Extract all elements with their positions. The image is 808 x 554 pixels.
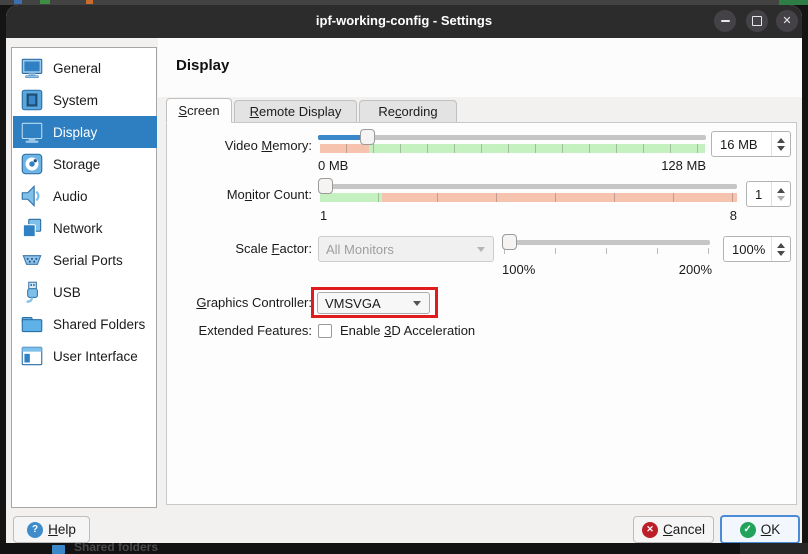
scale-factor-monitor-combo: All Monitors: [318, 236, 494, 262]
sidebar-item-label: User Interface: [53, 349, 138, 364]
spin-up-icon[interactable]: [777, 188, 785, 193]
ok-button[interactable]: ✓ OK: [720, 515, 800, 544]
page-header: [158, 38, 802, 97]
sidebar-item-shared-folders[interactable]: Shared Folders: [13, 308, 157, 340]
sidebar-item-general[interactable]: General: [13, 52, 157, 84]
video-memory-spinbox[interactable]: 16 MB: [711, 131, 791, 157]
audio-icon: [19, 183, 45, 209]
scale-factor-slider[interactable]: [502, 240, 710, 245]
video-memory-max: 128 MB: [606, 158, 706, 173]
monitor-count-label: Monitor Count:: [166, 187, 312, 202]
monitor-count-max: 8: [637, 208, 737, 223]
background-window-text: Shared folders: [74, 543, 158, 554]
scale-factor-min: 100%: [502, 262, 535, 277]
background-window-bottom-edge: Shared folders: [0, 543, 808, 554]
monitor-count-slider[interactable]: [318, 184, 737, 189]
sidebar-item-usb[interactable]: USB: [13, 276, 157, 308]
monitor-count-spinbox[interactable]: 1: [746, 181, 791, 207]
background-speck: [14, 0, 22, 4]
sidebar-item-label: Display: [53, 125, 97, 140]
extended-features-label: Extended Features:: [166, 323, 312, 338]
spin-down-icon[interactable]: [777, 196, 785, 201]
maximize-button[interactable]: [746, 10, 768, 32]
monitor-count-slider-handle[interactable]: [318, 178, 333, 194]
background-speck: [86, 0, 93, 4]
sidebar-item-system[interactable]: System: [13, 84, 157, 116]
background-fragment: [740, 543, 808, 554]
sidebar-item-network[interactable]: Network: [13, 212, 157, 244]
user-interface-icon: [19, 343, 45, 369]
cancel-button[interactable]: ✕ Cancel: [633, 516, 714, 543]
scale-factor-max: 200%: [612, 262, 712, 277]
sidebar-item-label: Storage: [53, 157, 100, 172]
usb-icon: [19, 279, 45, 305]
page-title: Display: [176, 57, 229, 74]
minimize-icon: [721, 20, 730, 22]
screen-tab-panel: [166, 122, 797, 505]
folder-icon: [52, 545, 65, 554]
tab-remote-display[interactable]: Remote Display: [234, 100, 357, 123]
annotation-highlight-box: [311, 287, 438, 318]
spin-down-icon[interactable]: [777, 251, 785, 256]
close-icon: ✕: [782, 16, 791, 27]
close-button[interactable]: ✕: [776, 10, 798, 32]
video-memory-value[interactable]: 16 MB: [712, 137, 771, 152]
scale-factor-value[interactable]: 100%: [724, 242, 771, 257]
storage-icon: [19, 151, 45, 177]
settings-category-list: General System Display Storage Audio Net…: [11, 47, 157, 508]
monitor-count-tick-band: [320, 193, 737, 202]
spin-up-icon[interactable]: [777, 243, 785, 248]
help-icon: ?: [27, 522, 43, 538]
sidebar-item-display[interactable]: Display: [13, 116, 157, 148]
cancel-icon: ✕: [642, 522, 658, 538]
sidebar-item-user-interface[interactable]: User Interface: [13, 340, 157, 372]
sidebar-item-label: Network: [53, 221, 103, 236]
window-title: ipf-working-config - Settings: [6, 13, 802, 28]
chevron-down-icon: [477, 247, 485, 252]
enable-3d-acceleration-label[interactable]: Enable 3D Acceleration: [340, 323, 475, 338]
general-icon: [19, 55, 45, 81]
network-icon: [19, 215, 45, 241]
maximize-icon: [752, 16, 762, 26]
video-memory-slider[interactable]: [318, 135, 706, 140]
sidebar-item-label: Serial Ports: [53, 253, 123, 268]
video-memory-min: 0 MB: [318, 158, 348, 173]
sidebar-item-audio[interactable]: Audio: [13, 180, 157, 212]
tick-marks: [320, 193, 737, 202]
scale-factor-slider-handle[interactable]: [502, 234, 517, 250]
tab-recording[interactable]: Recording: [359, 100, 457, 123]
enable-3d-acceleration-checkbox[interactable]: [318, 324, 332, 338]
spin-up-icon[interactable]: [777, 138, 785, 143]
monitor-count-value[interactable]: 1: [747, 187, 771, 202]
ok-icon: ✓: [740, 522, 756, 538]
spin-down-icon[interactable]: [777, 146, 785, 151]
tab-screen[interactable]: Screen: [166, 98, 232, 123]
graphics-controller-label: Graphics Controller:: [166, 295, 312, 310]
help-button[interactable]: ? Help: [13, 516, 90, 543]
serial-ports-icon: [19, 247, 45, 273]
display-icon: [19, 119, 45, 145]
system-icon: [19, 87, 45, 113]
sidebar-item-label: General: [53, 61, 101, 76]
minimize-button[interactable]: [714, 10, 736, 32]
sidebar-item-label: USB: [53, 285, 81, 300]
sidebar-item-label: Shared Folders: [53, 317, 145, 332]
scale-factor-monitor-value: All Monitors: [319, 242, 477, 257]
video-memory-label: Video Memory:: [166, 138, 312, 153]
scale-factor-tick-marks: [504, 248, 709, 254]
video-memory-slider-handle[interactable]: [360, 129, 375, 145]
scale-factor-label: Scale Factor:: [166, 241, 312, 256]
monitor-count-min: 1: [320, 208, 327, 223]
sidebar-item-label: System: [53, 93, 98, 108]
sidebar-item-label: Audio: [53, 189, 88, 204]
scale-factor-spinbox[interactable]: 100%: [723, 236, 791, 262]
screen: ipf-working-config - Settings ✕ General …: [0, 0, 808, 554]
tick-marks: [320, 144, 705, 153]
background-speck: [40, 0, 50, 4]
video-memory-tick-band: [320, 144, 705, 153]
sidebar-item-storage[interactable]: Storage: [13, 148, 157, 180]
shared-folders-icon: [19, 311, 45, 337]
sidebar-item-serial-ports[interactable]: Serial Ports: [13, 244, 157, 276]
